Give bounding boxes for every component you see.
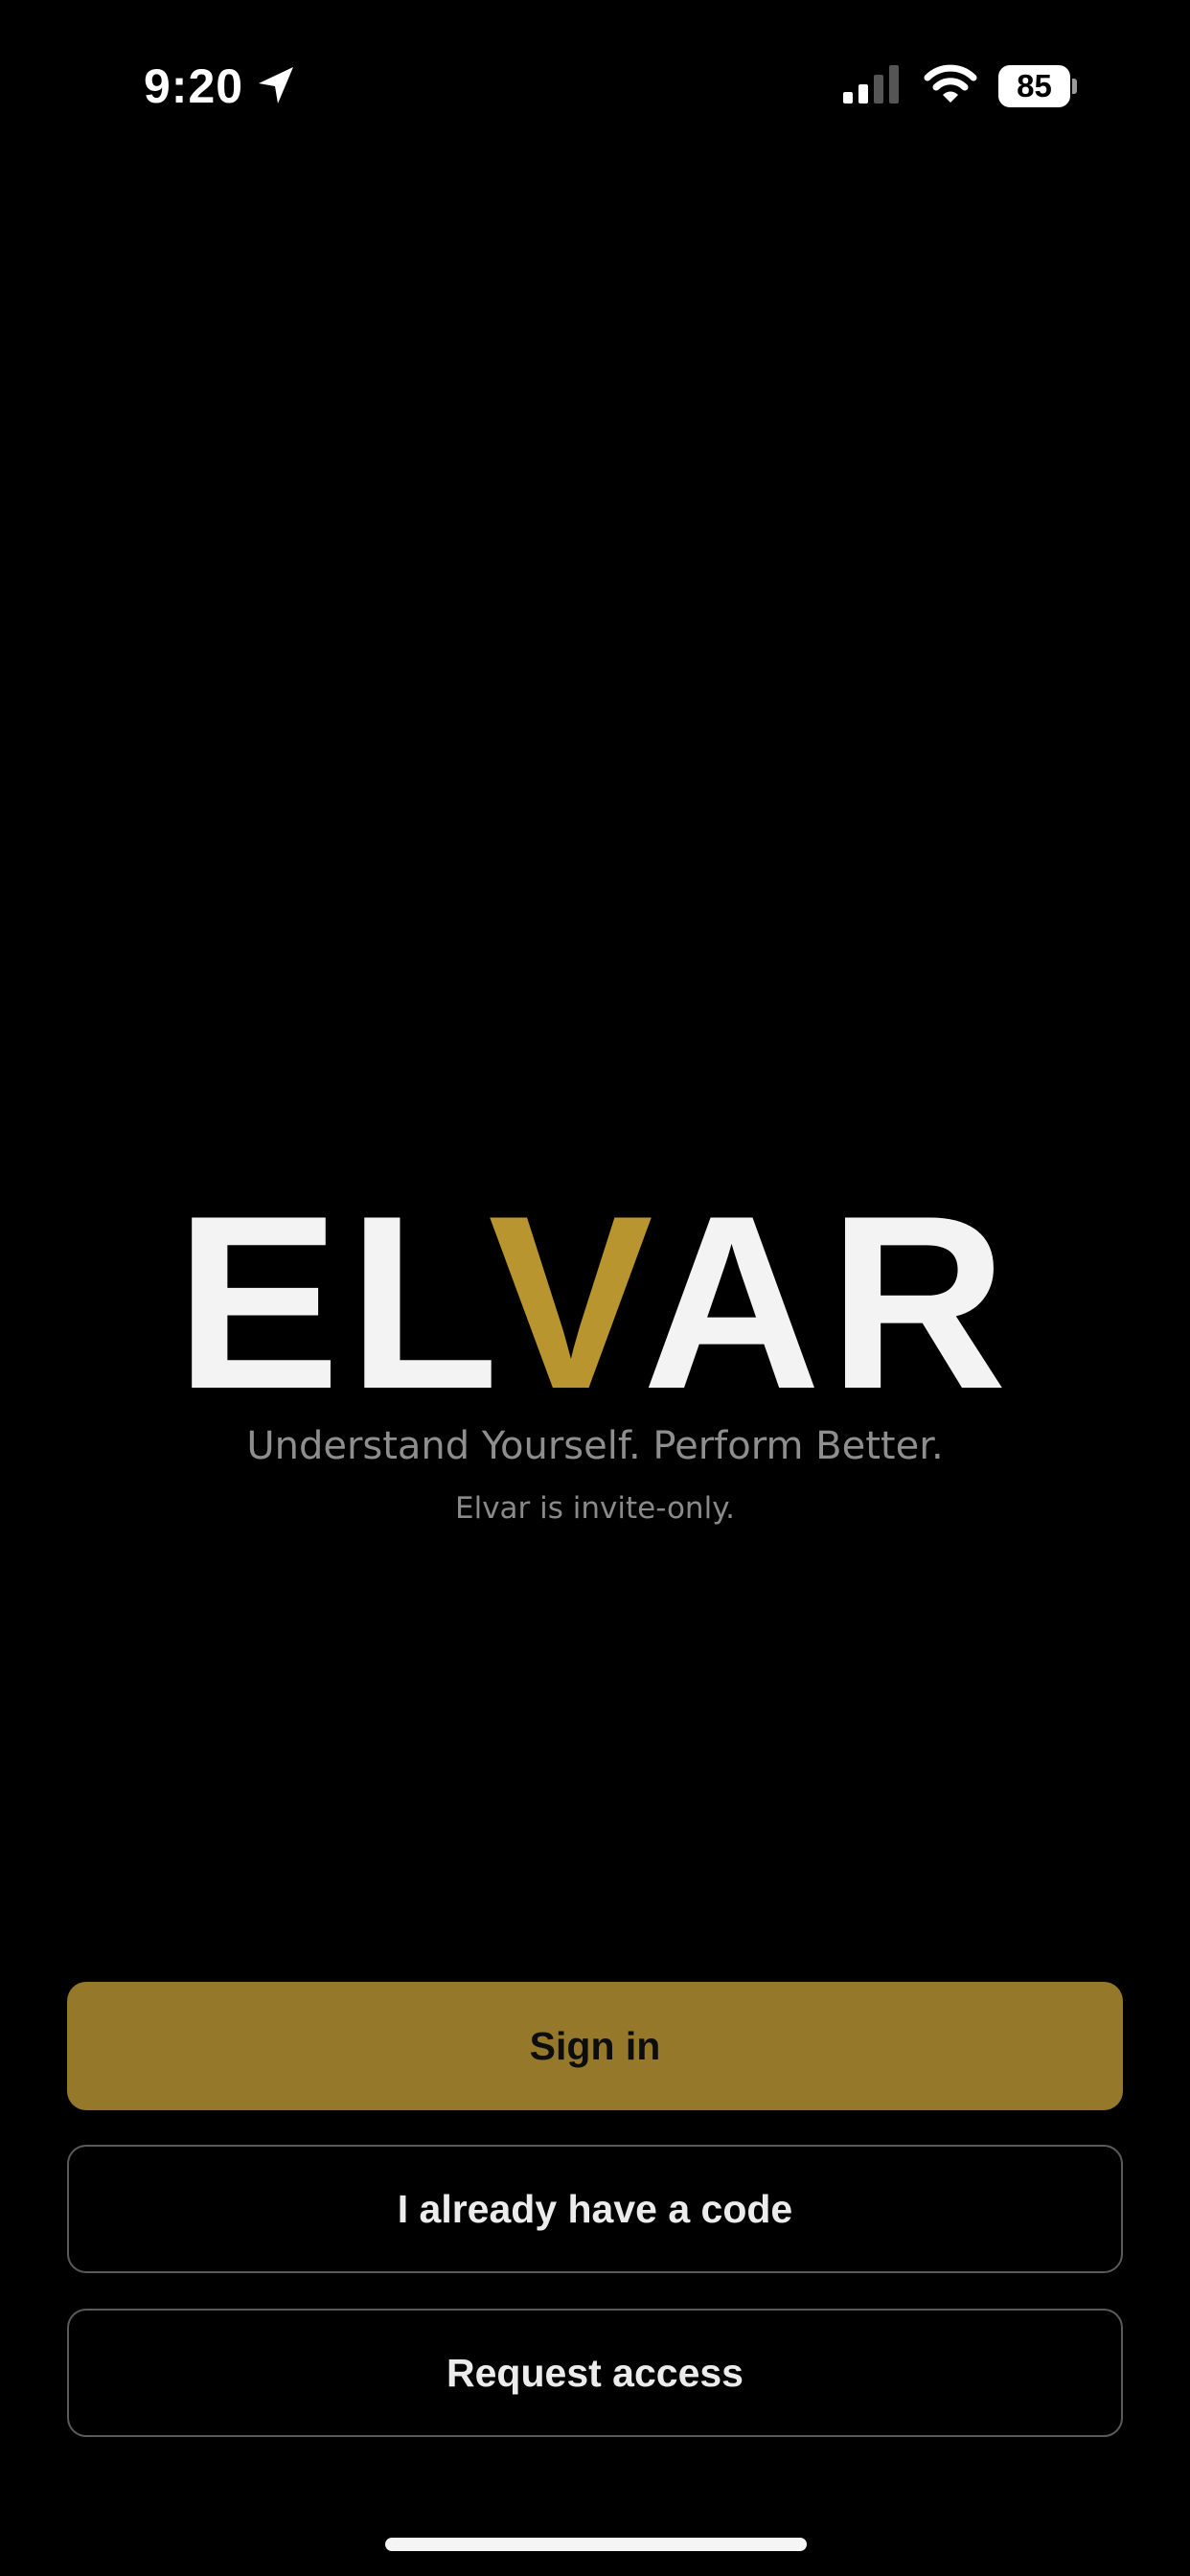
logo-text-accent: V — [488, 1163, 643, 1440]
request-access-button[interactable]: Request access — [67, 2309, 1123, 2437]
location-arrow-icon — [257, 65, 295, 107]
sign-in-button[interactable]: Sign in — [67, 1982, 1123, 2110]
status-time: 9:20 — [144, 59, 244, 113]
tagline: Understand Yourself. Perform Better. — [246, 1424, 944, 1468]
invite-only-note: Elvar is invite-only. — [455, 1491, 735, 1526]
battery-level: 85 — [1017, 68, 1052, 104]
elvar-logo: ELVAR — [0, 1179, 1190, 1426]
battery-icon: 85 — [998, 64, 1077, 108]
status-time-group: 9:20 — [144, 58, 295, 115]
status-indicators: 85 — [843, 59, 1077, 113]
status-bar: 9:20 85 — [0, 0, 1190, 172]
battery-cap — [1072, 79, 1077, 94]
cellular-signal-icon — [843, 64, 903, 108]
logo-text-end: AR — [642, 1163, 1016, 1440]
wifi-icon — [924, 64, 977, 109]
logo-text-start: EL — [174, 1163, 489, 1440]
have-code-button[interactable]: I already have a code — [67, 2145, 1123, 2273]
home-indicator[interactable] — [385, 2538, 807, 2551]
battery-body: 85 — [998, 65, 1071, 107]
